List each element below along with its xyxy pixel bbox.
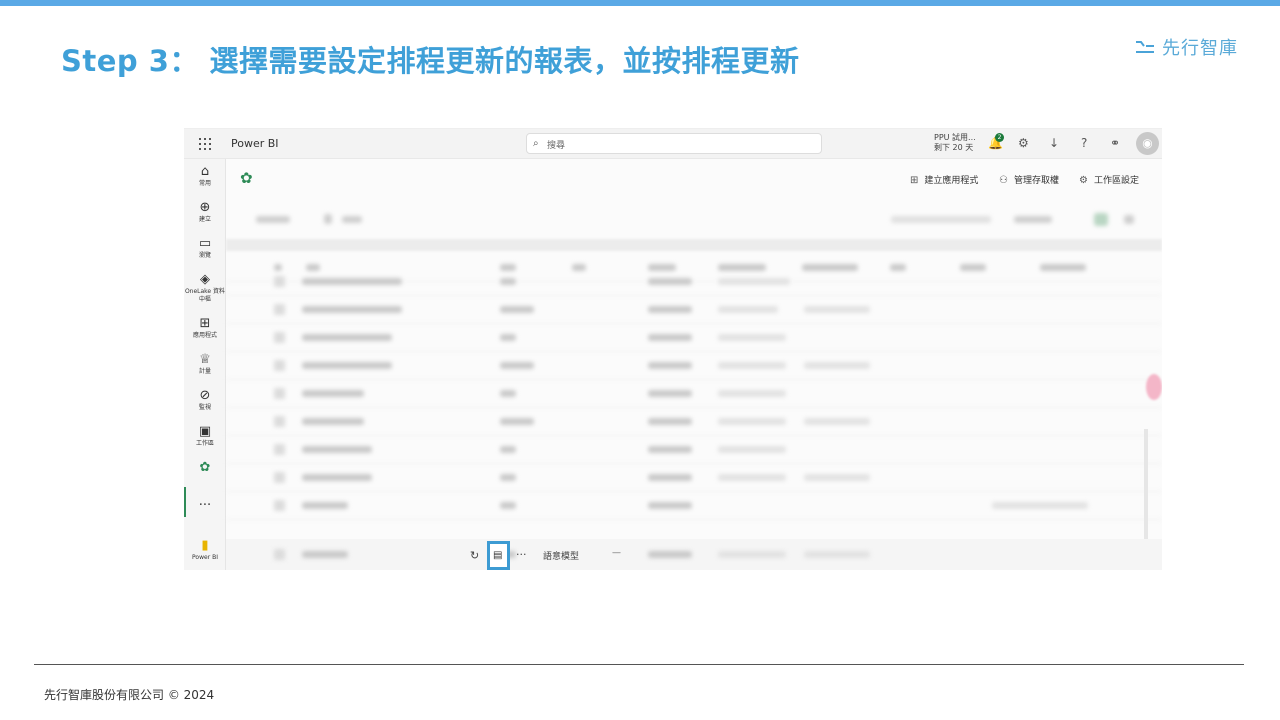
gear-icon: ⚙ bbox=[1079, 175, 1088, 186]
download-icon[interactable]: ↓ bbox=[1049, 136, 1059, 150]
help-icon[interactable]: ? bbox=[1081, 136, 1087, 150]
nav-more[interactable]: ··· bbox=[184, 499, 226, 513]
footer-copyright: 先行智庫股份有限公司 © 2024 bbox=[44, 688, 215, 702]
table-row bbox=[226, 268, 1162, 296]
nav-workspaces[interactable]: ▣ 工作區 bbox=[184, 425, 226, 448]
table-row bbox=[226, 380, 1162, 408]
group-header-blurred bbox=[226, 239, 1162, 251]
avatar[interactable]: ◉ bbox=[1136, 132, 1159, 155]
scrollbar-thumb[interactable] bbox=[1146, 374, 1162, 400]
table-row bbox=[226, 296, 1162, 324]
workspace-content: ✿ ⊞ 建立應用程式 ⚇ 管理存取權 ⚙ 工作區設定 bbox=[226, 159, 1162, 570]
footer-divider bbox=[34, 664, 1244, 665]
more-options-icon[interactable]: ··· bbox=[516, 548, 527, 561]
home-icon: ⌂ bbox=[200, 164, 210, 179]
notification-badge: 2 bbox=[995, 133, 1004, 142]
logo-text: 先行智庫 bbox=[1162, 38, 1238, 59]
apps-icon: ⊞ bbox=[910, 175, 919, 186]
toolbar-blurred bbox=[226, 204, 1162, 234]
table-row bbox=[226, 436, 1162, 464]
people-icon: ⚇ bbox=[999, 175, 1008, 186]
powerbi-screenshot: Power BI ⌕ 搜尋 PPU 試用... 剩下 20 天 🔔 2 ⚙ ↓ … bbox=[184, 128, 1162, 570]
selected-report-row[interactable]: ↻ ▤ ··· 語意模型 — bbox=[226, 539, 1162, 570]
content-table-blurred bbox=[226, 254, 1162, 570]
search-placeholder: 搜尋 bbox=[547, 141, 566, 151]
app-launcher-icon[interactable] bbox=[199, 138, 211, 150]
search-icon: ⌕ bbox=[533, 138, 539, 149]
refresh-icon[interactable]: ↻ bbox=[470, 549, 479, 562]
table-row bbox=[226, 464, 1162, 492]
nav-home[interactable]: ⌂ 常用 bbox=[184, 165, 226, 188]
nav-metrics[interactable]: ♕ 計量 bbox=[184, 353, 226, 376]
powerbi-brand[interactable]: Power BI bbox=[231, 137, 279, 150]
workspace-icon: ✿ bbox=[240, 169, 253, 187]
company-logo: 先行智庫 bbox=[1134, 34, 1238, 60]
plus-circle-icon: ⊕ bbox=[199, 200, 211, 215]
left-nav: ⌂ 常用 ⊕ 建立 ▭ 瀏覽 ◈ OneLake 資料中樞 ⊞ 應用程式 ♕ 計… bbox=[184, 159, 226, 570]
gear-icon[interactable]: ⚙ bbox=[1018, 136, 1029, 150]
schedule-refresh-button[interactable]: ▤ bbox=[487, 541, 510, 570]
trophy-icon: ♕ bbox=[199, 352, 211, 367]
apps-icon: ⊞ bbox=[199, 316, 211, 331]
empty-value: — bbox=[612, 548, 621, 558]
nav-current-workspace[interactable]: ✿ bbox=[184, 461, 226, 475]
nav-apps[interactable]: ⊞ 應用程式 bbox=[184, 317, 226, 340]
search-input[interactable]: ⌕ 搜尋 bbox=[526, 133, 822, 154]
slide-title: Step 3： 選擇需要設定排程更新的報表，並按排程更新 bbox=[61, 44, 800, 78]
table-row bbox=[226, 492, 1162, 520]
monitor-icon: ⊘ bbox=[199, 388, 211, 403]
powerbi-header: Power BI ⌕ 搜尋 PPU 試用... 剩下 20 天 🔔 2 ⚙ ↓ … bbox=[184, 129, 1162, 159]
trial-status[interactable]: PPU 試用... 剩下 20 天 bbox=[934, 133, 976, 153]
manage-access-button[interactable]: ⚇ 管理存取權 bbox=[999, 173, 1059, 186]
top-accent-bar bbox=[0, 0, 1280, 6]
more-icon: ··· bbox=[198, 498, 212, 513]
nav-browse[interactable]: ▭ 瀏覽 bbox=[184, 237, 226, 260]
slide: Step 3： 選擇需要設定排程更新的報表，並按排程更新 先行智庫 Power … bbox=[0, 0, 1280, 720]
create-app-button[interactable]: ⊞ 建立應用程式 bbox=[910, 173, 978, 186]
workspace-icon: ▣ bbox=[198, 424, 212, 439]
folder-icon: ▭ bbox=[198, 236, 212, 251]
type-label: 語意模型 bbox=[543, 552, 580, 562]
nav-onelake[interactable]: ◈ OneLake 資料中樞 bbox=[184, 273, 226, 304]
table-row bbox=[226, 324, 1162, 352]
nav-powerbi[interactable]: ▮ Power BI bbox=[184, 539, 226, 562]
share-icon[interactable]: ⚭ bbox=[1110, 136, 1120, 150]
calendar-clock-icon: ▤ bbox=[493, 550, 503, 561]
table-row bbox=[226, 352, 1162, 380]
workspace-settings-button[interactable]: ⚙ 工作區設定 bbox=[1079, 173, 1139, 186]
workspace-group-icon: ✿ bbox=[199, 460, 211, 475]
nav-create[interactable]: ⊕ 建立 bbox=[184, 201, 226, 224]
onelake-icon: ◈ bbox=[200, 272, 210, 287]
logo-icon bbox=[1136, 41, 1154, 53]
nav-monitor[interactable]: ⊘ 監視 bbox=[184, 389, 226, 412]
table-row bbox=[226, 408, 1162, 436]
powerbi-logo-icon: ▮ bbox=[201, 538, 209, 553]
